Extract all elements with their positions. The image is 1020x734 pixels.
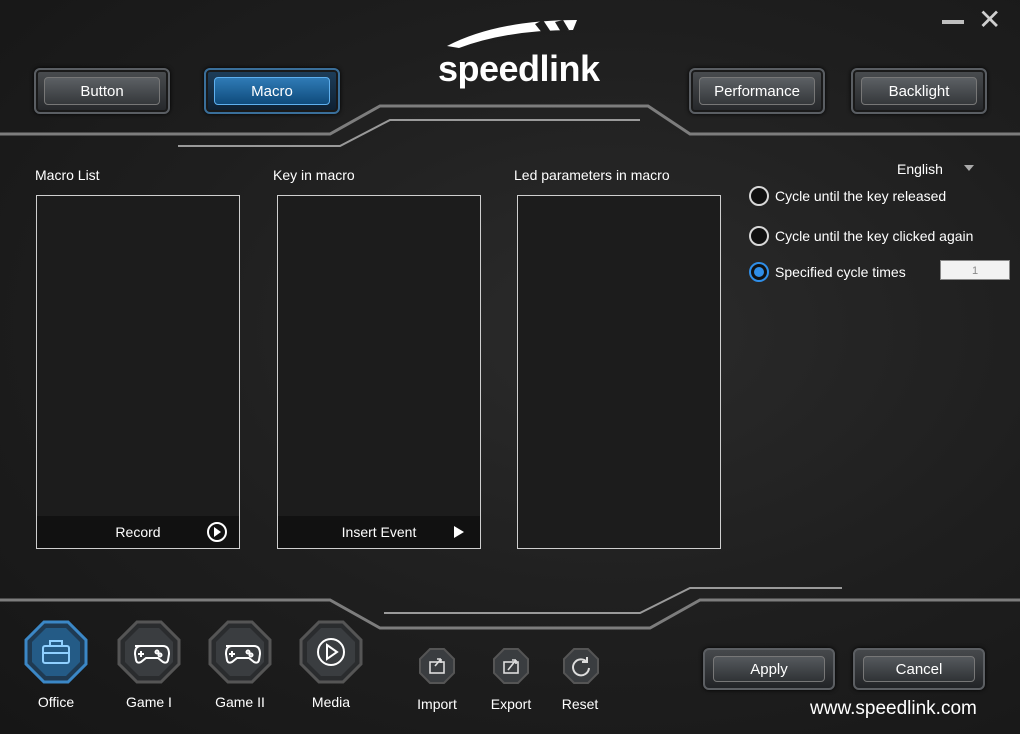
mode-media-button[interactable]: [299, 620, 363, 684]
key-in-macro-label: Key in macro: [273, 167, 355, 183]
tab-macro-label: Macro: [214, 77, 330, 105]
led-params-list[interactable]: [517, 195, 721, 549]
radio-icon[interactable]: [749, 226, 769, 246]
apply-label: Apply: [713, 656, 825, 682]
website-link[interactable]: www.speedlink.com: [810, 698, 977, 720]
cancel-button[interactable]: Cancel: [853, 648, 985, 690]
option-cycle-released[interactable]: Cycle until the key released: [749, 186, 946, 206]
option-cycle-clicked-again[interactable]: Cycle until the key clicked again: [749, 226, 973, 246]
option-label: Specified cycle times: [775, 264, 906, 280]
insert-event-button[interactable]: Insert Event: [278, 516, 480, 548]
apply-button[interactable]: Apply: [703, 648, 835, 690]
record-button[interactable]: Record: [37, 516, 239, 548]
option-label: Cycle until the key released: [775, 188, 947, 204]
tab-backlight-label: Backlight: [861, 77, 977, 105]
mode-game1-label: Game I: [126, 694, 172, 710]
insert-arrow-icon: [454, 526, 464, 538]
radio-selected-icon[interactable]: [749, 262, 769, 282]
option-label: Cycle until the key clicked again: [775, 228, 974, 244]
key-in-macro-list[interactable]: Insert Event: [277, 195, 481, 549]
cancel-label: Cancel: [863, 656, 975, 682]
mode-game2-label: Game II: [215, 694, 265, 710]
reset-button[interactable]: [563, 648, 599, 684]
language-select[interactable]: English: [897, 161, 943, 177]
tab-backlight[interactable]: Backlight: [851, 68, 987, 114]
led-params-label: Led parameters in macro: [514, 167, 670, 183]
radio-icon[interactable]: [749, 186, 769, 206]
record-play-icon: [207, 522, 227, 542]
export-label: Export: [490, 696, 532, 712]
reset-label: Reset: [561, 696, 599, 712]
chevron-down-icon[interactable]: [964, 165, 974, 171]
logo-text: speedlink: [438, 48, 600, 89]
mode-office-label: Office: [37, 694, 75, 710]
mode-game1-button[interactable]: [117, 620, 181, 684]
cycle-times-input[interactable]: 1: [940, 260, 1010, 280]
tab-performance[interactable]: Performance: [689, 68, 825, 114]
mode-media-label: Media: [311, 694, 351, 710]
tab-button[interactable]: Button: [34, 68, 170, 114]
import-label: Import: [417, 696, 457, 712]
mode-office-button[interactable]: [24, 620, 88, 684]
insert-event-label: Insert Event: [341, 524, 417, 540]
macro-list-label: Macro List: [35, 167, 100, 183]
tab-performance-label: Performance: [699, 77, 815, 105]
tab-button-label: Button: [44, 77, 160, 105]
import-button[interactable]: [419, 648, 455, 684]
mode-game2-button[interactable]: [208, 620, 272, 684]
option-specified-cycle-times[interactable]: Specified cycle times: [749, 262, 906, 282]
macro-list[interactable]: Record: [36, 195, 240, 549]
export-button[interactable]: [493, 648, 529, 684]
record-label: Record: [115, 524, 161, 540]
tab-macro[interactable]: Macro: [204, 68, 340, 114]
